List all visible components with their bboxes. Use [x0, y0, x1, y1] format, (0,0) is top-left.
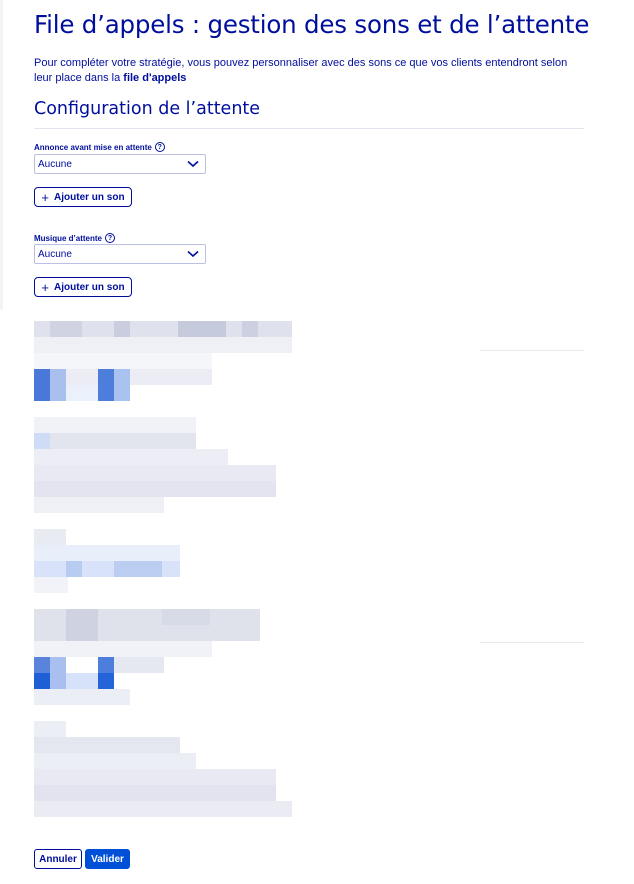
intro-text: Pour compléter votre stratégie, vous pou…: [34, 56, 579, 86]
hold-music-label: Musique d’attente ?: [34, 233, 116, 243]
cancel-button[interactable]: Annuler: [34, 849, 82, 869]
announcement-add-sound-button[interactable]: + Ajouter un son: [34, 187, 132, 207]
plus-icon: +: [41, 279, 50, 295]
announcement-label: Annonce avant mise en attente ?: [34, 142, 165, 152]
plus-icon: +: [41, 189, 50, 205]
hold-music-add-sound-label: Ajouter un son: [54, 281, 125, 293]
hold-music-select[interactable]: Aucune: [34, 244, 206, 264]
question-circle-icon[interactable]: ?: [105, 233, 116, 243]
divider: [480, 350, 584, 351]
left-border: [0, 0, 3, 310]
hold-music-add-sound-button[interactable]: + Ajouter un son: [34, 277, 132, 297]
announcement-label-text: Annonce avant mise en attente: [34, 142, 152, 152]
validate-button[interactable]: Valider: [85, 849, 130, 869]
blurred-block-1: [34, 321, 292, 513]
intro-emphasis: file d'appels: [123, 72, 187, 84]
announcement-add-sound-label: Ajouter un son: [54, 191, 125, 203]
divider: [480, 642, 584, 643]
chevron-down-icon: [187, 250, 199, 258]
intro-sentence: Pour compléter votre stratégie, vous pou…: [34, 57, 568, 84]
pixelated-content-area: [34, 321, 584, 817]
hold-music-select-value: Aucune: [38, 248, 72, 260]
chevron-down-icon: [187, 160, 199, 168]
page-title: File d’appels : gestion des sons et de l…: [34, 10, 590, 39]
question-circle-icon[interactable]: ?: [154, 142, 165, 152]
blurred-block-2: [34, 529, 292, 817]
section-divider: [34, 128, 584, 129]
announcement-select-value: Aucune: [38, 158, 72, 170]
announcement-select[interactable]: Aucune: [34, 154, 206, 174]
hold-music-label-text: Musique d’attente: [34, 233, 103, 243]
section-title: Configuration de l’attente: [34, 99, 261, 119]
